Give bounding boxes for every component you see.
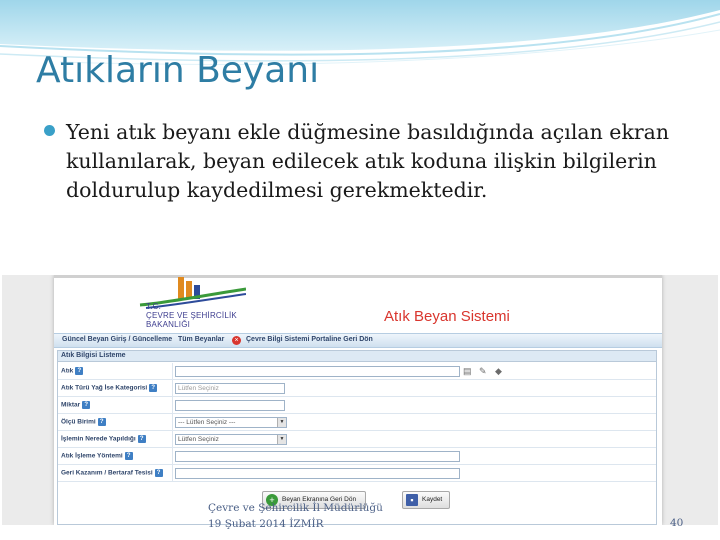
unit-value: --- Lütfen Seçiniz --- xyxy=(178,419,236,426)
slide-title: Atıkların Beyanı xyxy=(36,50,320,91)
chevron-down-icon: ▼ xyxy=(277,435,286,444)
clear-icon[interactable]: ◆ xyxy=(495,366,502,377)
list-icon[interactable]: ▤ xyxy=(463,366,472,377)
label-process-location: İşlemin Nerede Yapıldığı xyxy=(61,435,136,443)
label-waste: Atık xyxy=(61,367,74,375)
unit-select[interactable]: --- Lütfen Seçiniz --- ▼ xyxy=(175,417,287,428)
form-row-unit: Ölçü Birimi? --- Lütfen Seçiniz --- ▼ xyxy=(58,414,656,431)
form-row-oil-category: Atık Türü Yağ İse Kategorisi? Lütfen Seç… xyxy=(58,380,656,397)
save-button[interactable]: ▪ Kaydet xyxy=(402,491,450,509)
chevron-down-icon: ▼ xyxy=(277,418,286,427)
footer-date: 19 Şubat 2014 İZMİR xyxy=(208,518,324,530)
process-location-select[interactable]: Lütfen Seçiniz ▼ xyxy=(175,434,287,445)
help-icon[interactable]: ? xyxy=(82,401,91,409)
oil-category-value: Lütfen Seçiniz xyxy=(178,385,219,392)
form-header: Atık Bilgisi Listeme xyxy=(58,351,656,362)
menu-back-to-portal[interactable]: Çevre Bilgi Sistemi Portaline Geri Dön xyxy=(234,336,373,343)
bullet-icon xyxy=(44,125,55,136)
help-icon[interactable]: ? xyxy=(124,452,133,460)
form-header-label: Atık Bilgisi Listeme xyxy=(61,352,126,359)
footer-organization: Çevre ve Şehircilik İl Müdürlüğü xyxy=(208,502,383,514)
app-window: T.C. ÇEVRE VE ŞEHİRCİLİK BAKANLIĞI Atık … xyxy=(54,275,662,525)
menu-all-declarations[interactable]: Tüm Beyanlar xyxy=(178,336,224,343)
page-number: 40 xyxy=(670,517,684,529)
oil-category-select[interactable]: Lütfen Seçiniz xyxy=(175,383,285,394)
label-unit: Ölçü Birimi xyxy=(61,418,96,426)
help-icon[interactable]: ? xyxy=(154,469,163,477)
logo-line2: BAKANLIĞI xyxy=(146,320,191,329)
processing-method-input[interactable] xyxy=(175,451,460,462)
logo-line1: ÇEVRE VE ŞEHİRCİLİK xyxy=(146,311,237,320)
help-icon[interactable]: ? xyxy=(149,384,158,392)
label-oil-category: Atık Türü Yağ İse Kategorisi xyxy=(61,384,148,392)
form-row-quantity: Miktar? xyxy=(58,397,656,414)
label-facility: Geri Kazanım / Bertaraf Tesisi xyxy=(61,469,153,477)
ministry-logo: T.C. ÇEVRE VE ŞEHİRCİLİK BAKANLIĞI xyxy=(96,275,247,333)
form-row-process-location: İşlemin Nerede Yapıldığı? Lütfen Seçiniz… xyxy=(58,431,656,448)
quantity-input[interactable] xyxy=(175,400,285,411)
bullet-text: Yeni atık beyanı ekle düğmesine basıldığ… xyxy=(66,120,670,202)
help-icon[interactable]: ? xyxy=(97,418,106,426)
menu-bar: Güncel Beyan Giriş / Güncelleme Tüm Beya… xyxy=(54,333,662,348)
menu-current-declaration[interactable]: Güncel Beyan Giriş / Güncelleme xyxy=(62,336,172,343)
slide-footer: Çevre ve Şehircilik İl Müdürlüğü 19 Şuba… xyxy=(208,500,383,532)
app-screenshot: T.C. ÇEVRE VE ŞEHİRCİLİK BAKANLIĞI Atık … xyxy=(2,275,718,525)
facility-input[interactable] xyxy=(175,468,460,479)
form-row-waste: Atık? ▤ ✎ ◆ xyxy=(58,363,656,380)
process-location-value: Lütfen Seçiniz xyxy=(178,436,219,443)
form-row-processing-method: Atık İşleme Yöntemi? xyxy=(58,448,656,465)
system-title: Atık Beyan Sistemi xyxy=(384,308,510,325)
help-icon[interactable]: ? xyxy=(75,367,84,375)
floppy-icon: ▪ xyxy=(406,494,418,506)
label-quantity: Miktar xyxy=(61,401,81,409)
label-processing-method: Atık İşleme Yöntemi xyxy=(61,452,123,460)
waste-input[interactable] xyxy=(175,366,460,377)
edit-icon[interactable]: ✎ xyxy=(479,366,487,377)
help-icon[interactable]: ? xyxy=(137,435,146,443)
form-row-facility: Geri Kazanım / Bertaraf Tesisi? xyxy=(58,465,656,482)
logo-tc: T.C. xyxy=(146,302,162,311)
